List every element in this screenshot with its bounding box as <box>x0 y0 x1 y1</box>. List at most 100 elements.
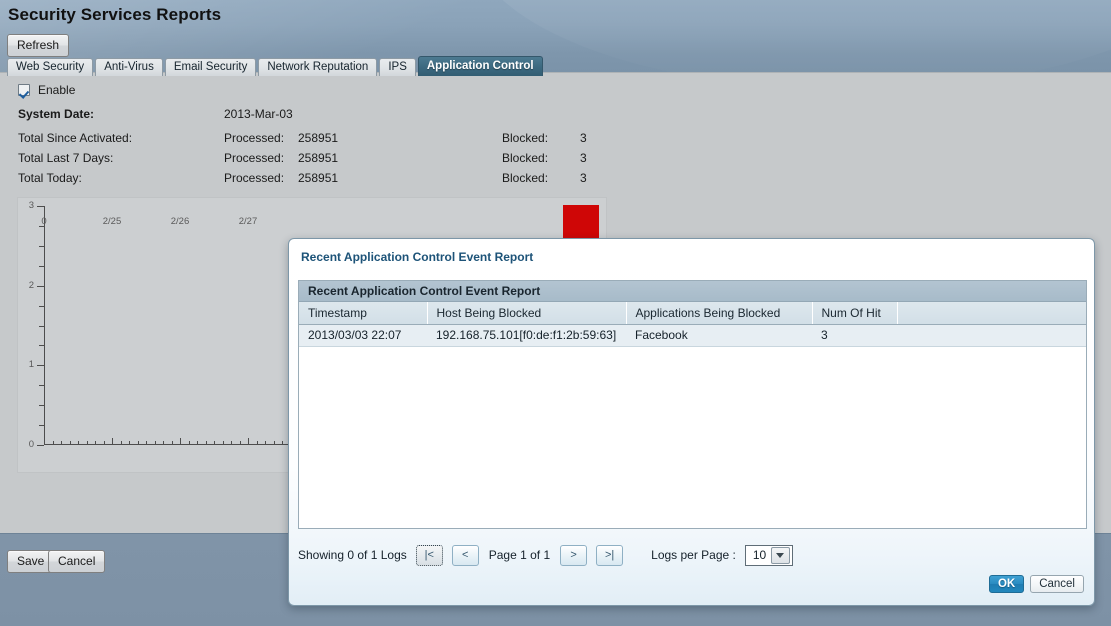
cell-application: Facebook <box>626 324 812 347</box>
chart-y-tick <box>37 206 44 207</box>
processed-value: 258951 <box>298 131 339 145</box>
ok-button[interactable]: OK <box>988 575 1025 593</box>
column-header-num-of-hit[interactable]: Num Of Hit <box>812 302 898 325</box>
chart-x-tick <box>44 438 45 445</box>
next-page-button[interactable]: > <box>560 544 588 566</box>
last-page-button[interactable]: >| <box>596 544 624 566</box>
chart-y-tick <box>37 285 44 287</box>
chart-y-tick <box>39 385 44 387</box>
system-date-row: System Date: 2013-Mar-03 <box>18 107 918 123</box>
blocked-label: Blocked: <box>502 131 549 145</box>
logs-per-page-label: Logs per Page : <box>651 548 736 562</box>
chart-x-tick <box>205 441 207 445</box>
dialog-action-buttons: OK Cancel <box>988 575 1084 593</box>
enable-checkbox[interactable] <box>18 84 30 96</box>
logs-per-page-select[interactable]: 10 <box>744 544 794 566</box>
chart-x-tick <box>78 441 79 445</box>
cell-timestamp: 2013/03/03 22:07 <box>299 324 427 347</box>
chart-y-tick <box>39 245 44 247</box>
chart-x-tick <box>231 441 232 445</box>
tab-application-control[interactable]: Application Control <box>417 56 543 76</box>
dialog-title: Recent Application Control Event Report <box>301 250 534 264</box>
chart-x-tick <box>248 438 249 445</box>
chart-x-tick <box>112 438 113 445</box>
processed-label: Processed: <box>224 131 285 145</box>
chart-x-tick <box>86 441 88 445</box>
blocked-label: Blocked: <box>502 171 549 185</box>
chart-x-tick <box>214 441 215 445</box>
chart-y-tick <box>39 325 44 327</box>
chart-x-tick <box>154 441 156 445</box>
column-header-spacer <box>897 302 1086 325</box>
column-header-host[interactable]: Host Being Blocked <box>427 302 627 325</box>
blocked-label: Blocked: <box>502 151 549 165</box>
cell-num-of-hit: 3 <box>812 324 897 347</box>
cancel-button[interactable]: Cancel <box>48 550 106 573</box>
processed-label: Processed: <box>224 171 285 185</box>
tab-anti-virus[interactable]: Anti-Virus <box>95 58 163 76</box>
event-table-header-row: Timestamp Host Being Blocked Application… <box>299 302 1086 325</box>
stat-label: Total Last 7 Days: <box>18 151 114 165</box>
blocked-value: 3 <box>580 151 587 165</box>
tab-email-security[interactable]: Email Security <box>164 58 257 76</box>
column-header-application[interactable]: Applications Being Blocked <box>626 302 813 325</box>
event-table: Timestamp Host Being Blocked Application… <box>299 302 1086 347</box>
stat-label: Total Today: <box>18 171 82 185</box>
chart-x-tick <box>146 441 147 445</box>
tab-ips[interactable]: IPS <box>379 58 416 76</box>
recent-event-report-dialog: Recent Application Control Event Report … <box>288 238 1095 606</box>
logs-per-page-value: 10 <box>752 548 767 562</box>
blocked-value: 3 <box>580 131 587 145</box>
tab-strip: Web Security Anti-Virus Email Security N… <box>7 56 543 76</box>
table-row[interactable]: 2013/03/03 22:07 192.168.75.101[f0:de:f1… <box>299 324 1086 347</box>
tab-web-security[interactable]: Web Security <box>7 58 94 76</box>
blocked-value: 3 <box>580 171 587 185</box>
chart-y-axis <box>44 206 45 445</box>
chart-x-tick <box>265 441 266 445</box>
chart-y-tick <box>39 345 44 347</box>
previous-page-button[interactable]: < <box>451 544 479 566</box>
enable-row: Enable <box>18 83 75 97</box>
tab-network-reputation[interactable]: Network Reputation <box>258 58 378 76</box>
page-title: Security Services Reports <box>8 5 222 24</box>
stat-label: Total Since Activated: <box>18 131 133 145</box>
refresh-button[interactable]: Refresh <box>7 34 70 57</box>
chart-x-tick-label: 0 <box>41 216 47 227</box>
chart-x-tick <box>61 441 62 445</box>
chart-x-tick <box>129 441 130 445</box>
system-date-label: System Date: <box>18 107 95 121</box>
stat-row-total-today: Total Today: Processed: 258951 Blocked: … <box>18 171 918 187</box>
column-header-timestamp[interactable]: Timestamp <box>299 302 428 325</box>
chart-x-tick <box>163 441 164 445</box>
cell-host: 192.168.75.101[f0:de:f1:2b:59:63] <box>427 324 626 347</box>
chart-y-tick <box>39 405 44 407</box>
processed-label: Processed: <box>224 151 285 165</box>
chart-x-tick-label: 2/25 <box>102 216 122 227</box>
chart-y-tick <box>39 305 44 307</box>
chart-x-tick <box>222 441 224 445</box>
enable-label: Enable <box>38 83 76 97</box>
chart-y-tick <box>37 445 44 446</box>
page-indicator-label: Page 1 of 1 <box>488 548 551 562</box>
chart-x-tick-label: 2/26 <box>170 216 190 227</box>
first-page-button[interactable]: |< <box>415 544 443 566</box>
chart-y-tick <box>39 425 44 427</box>
stat-row-total-since-activated: Total Since Activated: Processed: 258951… <box>18 131 918 147</box>
chart-y-tick <box>37 365 44 367</box>
chevron-down-icon[interactable] <box>771 546 791 564</box>
chart-x-tick <box>103 441 105 445</box>
event-table-caption: Recent Application Control Event Report <box>299 281 1086 302</box>
event-table-container: Recent Application Control Event Report … <box>298 280 1087 529</box>
event-table-head: Timestamp Host Being Blocked Application… <box>299 302 1086 325</box>
system-date-value: 2013-Mar-03 <box>224 107 293 121</box>
showing-count-label: Showing 0 of 1 Logs <box>298 548 407 562</box>
chart-x-tick <box>180 438 181 445</box>
chart-x-tick <box>69 441 71 445</box>
chart-x-tick <box>52 441 54 445</box>
chart-x-tick <box>120 441 122 445</box>
chart-y-tick-label: 2 <box>28 279 34 291</box>
chart-x-tick-label: 2/27 <box>238 216 258 227</box>
cancel-button[interactable]: Cancel <box>1030 575 1084 593</box>
processed-value: 258951 <box>298 171 339 185</box>
chart-y-tick-label: 3 <box>28 200 34 211</box>
